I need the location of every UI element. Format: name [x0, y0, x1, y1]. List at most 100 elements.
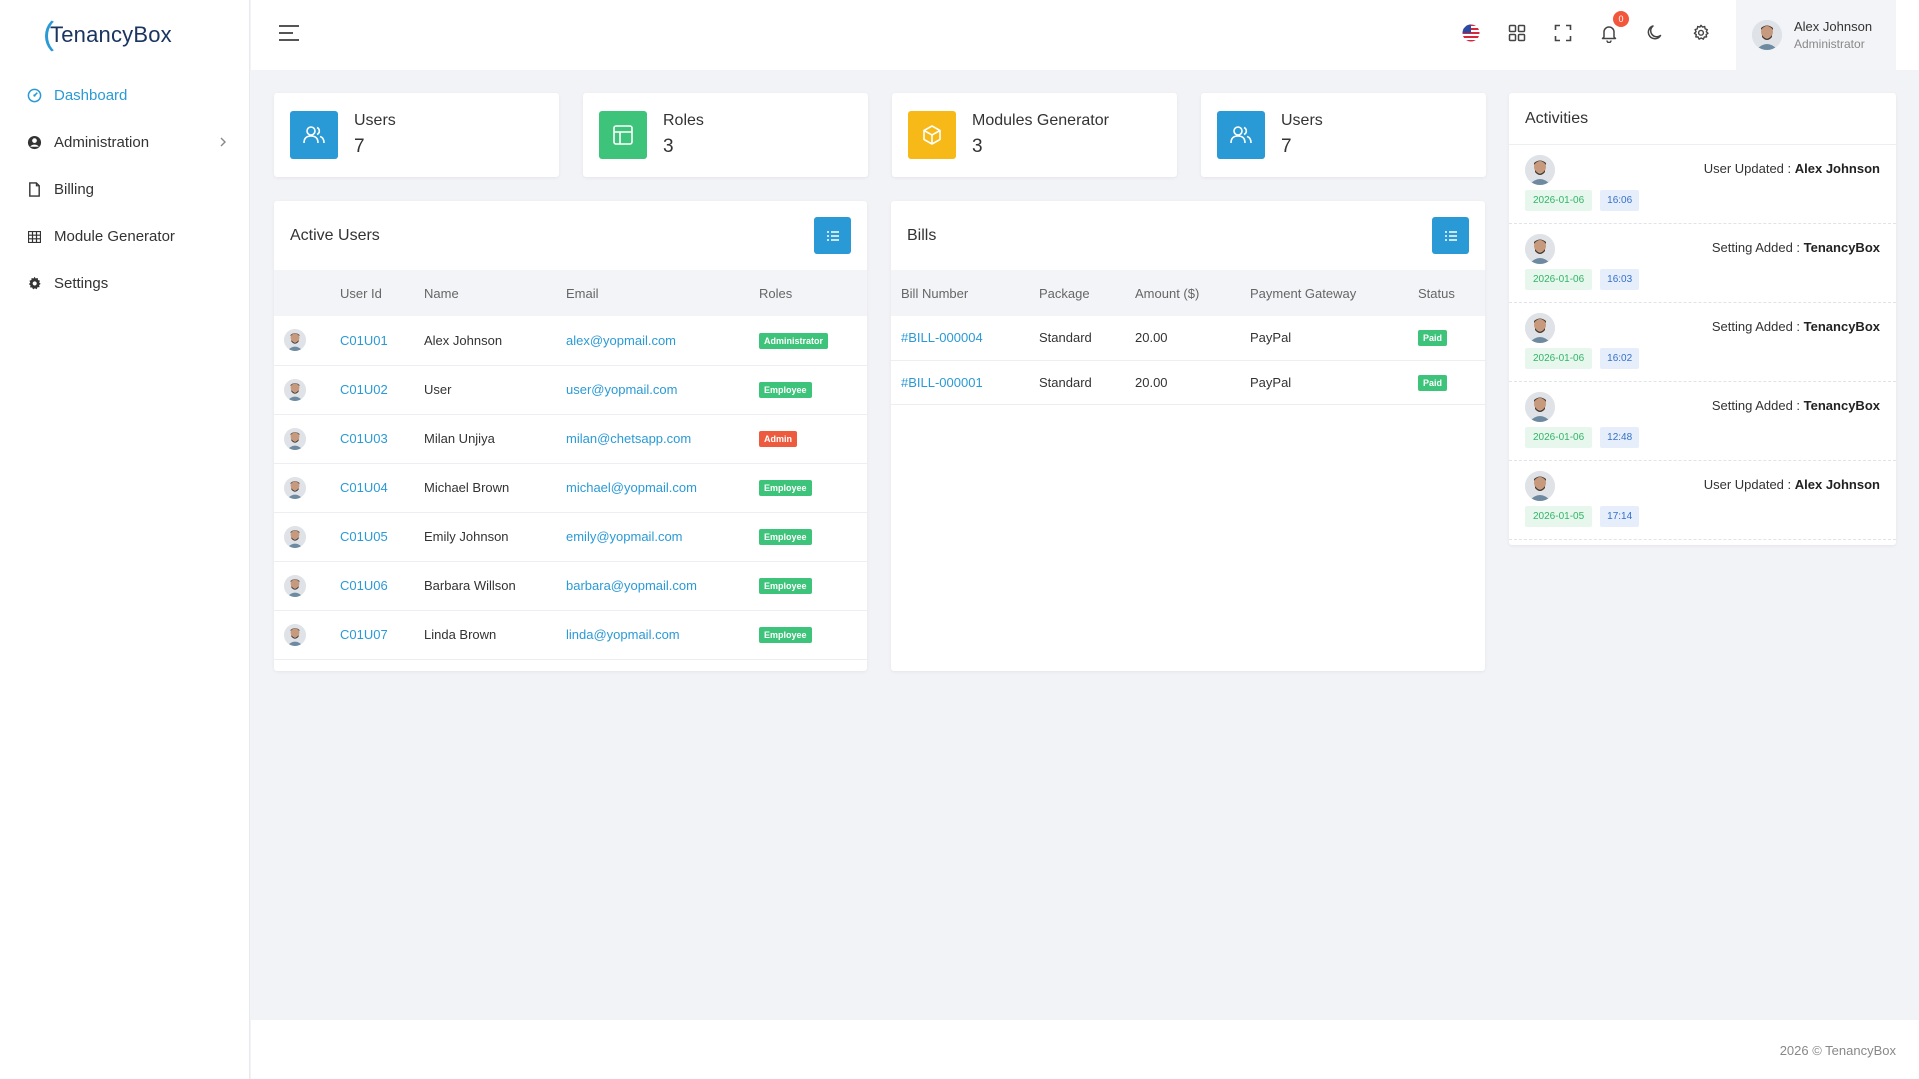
- sidebar-item-settings[interactable]: Settings: [0, 260, 249, 307]
- user-id-cell: C01U05: [330, 512, 414, 562]
- avatar: [1525, 471, 1555, 501]
- sidebar-item-billing[interactable]: Billing: [0, 166, 249, 213]
- user-email-link[interactable]: milan@chetsapp.com: [566, 431, 691, 446]
- table-header-row: User Id Name Email Roles: [274, 270, 867, 316]
- activity-text: Setting Added : TenancyBox: [1712, 319, 1880, 334]
- activity-date: 2026-01-05: [1525, 506, 1593, 527]
- stat-card-users-2[interactable]: Users 7: [1201, 93, 1486, 177]
- column-header[interactable]: Email: [556, 270, 749, 316]
- logo[interactable]: TenancyBox: [0, 0, 249, 70]
- bill-status-cell: Paid: [1408, 360, 1485, 405]
- sidebar-item-dashboard[interactable]: Dashboard: [0, 72, 249, 119]
- active-users-panel: Active Users User Id Name Email Roles C0…: [274, 201, 867, 671]
- menu-toggle-icon[interactable]: [279, 25, 299, 43]
- column-header[interactable]: Payment Gateway: [1240, 270, 1408, 316]
- user-name-cell: User: [414, 365, 556, 415]
- apps-grid-icon[interactable]: [1506, 22, 1528, 44]
- avatar: [1525, 313, 1555, 343]
- activity-action: User Updated :: [1703, 161, 1795, 176]
- column-header[interactable]: User Id: [330, 270, 414, 316]
- user-id-link[interactable]: C01U05: [340, 529, 388, 544]
- list-icon: [1444, 230, 1457, 241]
- user-role-cell: Employee: [749, 365, 867, 415]
- sidebar-item-module-generator[interactable]: Module Generator: [0, 213, 249, 260]
- table-row: #BILL-000004 Standard 20.00 PayPal Paid: [891, 316, 1485, 361]
- footer-copyright: 2026 © TenancyBox: [1779, 1043, 1896, 1058]
- table-row: C01U05 Emily Johnson emily@yopmail.com E…: [274, 512, 867, 562]
- notification-count-badge: 0: [1613, 11, 1629, 27]
- avatar: [1525, 155, 1555, 185]
- table-header-row: Bill Number Package Amount ($) Payment G…: [891, 270, 1485, 316]
- stat-card-roles[interactable]: Roles 3: [583, 93, 868, 177]
- column-header[interactable]: Package: [1029, 270, 1125, 316]
- user-email-link[interactable]: linda@yopmail.com: [566, 627, 680, 642]
- activity-item: User Updated : Alex Johnson 2026-01-05 1…: [1509, 461, 1896, 540]
- logo-swoosh-icon: [45, 16, 81, 56]
- table-row: C01U04 Michael Brown michael@yopmail.com…: [274, 463, 867, 513]
- user-role-cell: Employee: [749, 463, 867, 513]
- table-row: C01U01 Alex Johnson alex@yopmail.com Adm…: [274, 316, 867, 366]
- user-role-cell: Administrator: [749, 316, 867, 366]
- column-header[interactable]: Roles: [749, 270, 867, 316]
- active-users-table: User Id Name Email Roles C01U01 Alex Joh…: [274, 270, 867, 660]
- panel-title: Bills: [907, 226, 937, 244]
- user-id-cell: C01U04: [330, 463, 414, 513]
- activity-target: TenancyBox: [1803, 398, 1880, 413]
- list-view-button[interactable]: [1432, 217, 1469, 254]
- user-id-link[interactable]: C01U02: [340, 382, 388, 397]
- stat-card-users[interactable]: Users 7: [274, 93, 559, 177]
- stat-card-modules-generator[interactable]: Modules Generator 3: [892, 93, 1177, 177]
- sidebar: TenancyBox Dashboard Administration Bill…: [0, 0, 250, 1079]
- settings-gear-icon[interactable]: [1690, 22, 1712, 44]
- user-id-cell: C01U06: [330, 561, 414, 611]
- footer: 2026 © TenancyBox: [251, 1020, 1919, 1079]
- bill-number-link[interactable]: #BILL-000001: [901, 375, 983, 390]
- user-id-link[interactable]: C01U07: [340, 627, 388, 642]
- activity-date: 2026-01-06: [1525, 348, 1593, 369]
- user-id-link[interactable]: C01U01: [340, 333, 388, 348]
- avatar: [1525, 392, 1555, 422]
- panel-header: Activities: [1509, 93, 1896, 145]
- user-id-cell: C01U02: [330, 365, 414, 415]
- sidebar-item-label: Dashboard: [54, 87, 128, 104]
- user-email-link[interactable]: alex@yopmail.com: [566, 333, 676, 348]
- users-icon: [1217, 111, 1265, 159]
- sidebar-item-label: Module Generator: [54, 228, 175, 245]
- user-menu[interactable]: Alex Johnson Administrator: [1736, 0, 1896, 70]
- sidebar-item-administration[interactable]: Administration: [0, 119, 249, 166]
- dark-mode-moon-icon[interactable]: [1644, 22, 1666, 44]
- user-id-link[interactable]: C01U03: [340, 431, 388, 446]
- avatar-cell: [274, 316, 330, 366]
- user-id-link[interactable]: C01U06: [340, 578, 388, 593]
- table-row: #BILL-000001 Standard 20.00 PayPal Paid: [891, 360, 1485, 405]
- user-role-cell: Employee: [749, 610, 867, 660]
- user-name-cell: Alex Johnson: [414, 316, 556, 366]
- list-view-button[interactable]: [814, 217, 851, 254]
- activity-tags: 2026-01-06 12:48: [1525, 427, 1880, 448]
- column-header[interactable]: Bill Number: [891, 270, 1029, 316]
- activity-target: Alex Johnson: [1794, 477, 1880, 492]
- bill-number-cell: #BILL-000001: [891, 360, 1029, 405]
- bill-number-link[interactable]: #BILL-000004: [901, 330, 983, 345]
- column-header[interactable]: Status: [1408, 270, 1485, 316]
- stat-value: 3: [972, 136, 983, 157]
- role-badge: Employee: [759, 529, 812, 545]
- notification-bell-icon[interactable]: 0: [1598, 11, 1629, 44]
- layout-icon: [599, 111, 647, 159]
- user-email-link[interactable]: user@yopmail.com: [566, 382, 677, 397]
- user-email-link[interactable]: emily@yopmail.com: [566, 529, 683, 544]
- us-flag-icon[interactable]: [1460, 22, 1482, 44]
- table-row: C01U02 User user@yopmail.com Employee: [274, 365, 867, 415]
- user-id-link[interactable]: C01U04: [340, 480, 388, 495]
- column-header[interactable]: Name: [414, 270, 556, 316]
- fullscreen-icon[interactable]: [1552, 22, 1574, 44]
- user-email-link[interactable]: michael@yopmail.com: [566, 480, 697, 495]
- stat-label: Users: [354, 112, 396, 129]
- avatar-column-header: [274, 270, 330, 316]
- user-role: Administrator: [1794, 37, 1865, 51]
- column-header[interactable]: Amount ($): [1125, 270, 1240, 316]
- role-badge: Admin: [759, 431, 797, 447]
- panel-header: Active Users: [274, 201, 867, 270]
- user-email-link[interactable]: barbara@yopmail.com: [566, 578, 697, 593]
- user-email-cell: milan@chetsapp.com: [556, 414, 749, 464]
